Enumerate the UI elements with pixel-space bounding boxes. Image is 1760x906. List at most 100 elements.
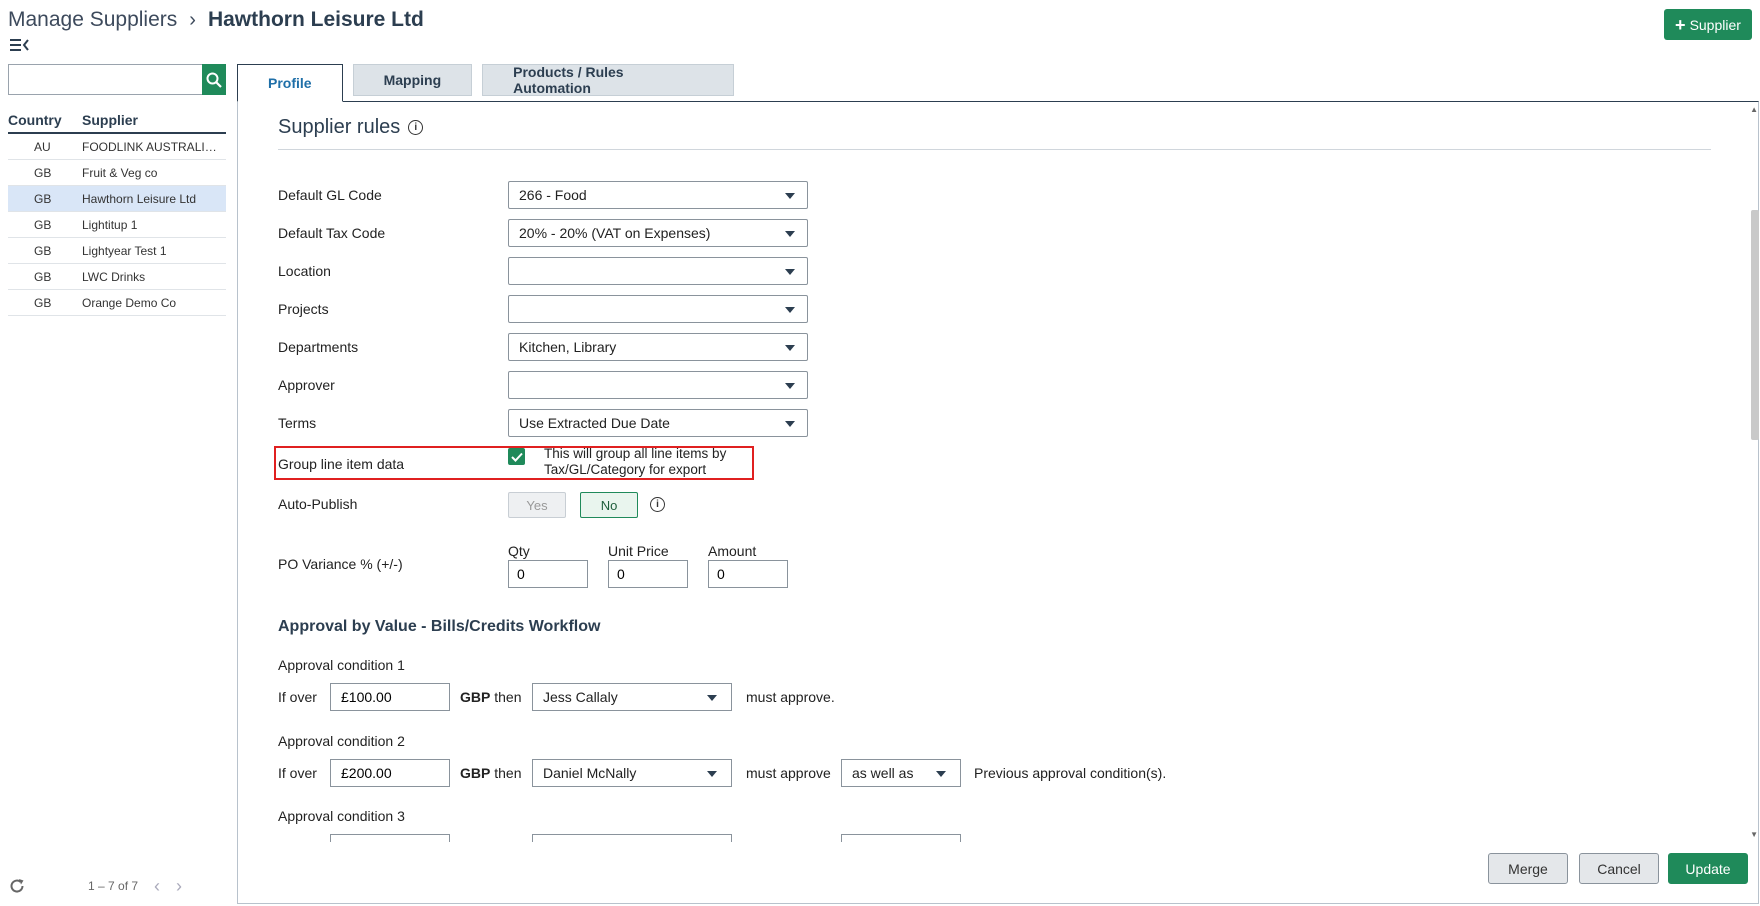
add-supplier-button[interactable]: + Supplier: [1664, 9, 1752, 40]
terms-value: Use Extracted Due Date: [519, 415, 670, 431]
pager-prev-icon[interactable]: ‹: [154, 876, 160, 897]
supplier-list-header: Country Supplier: [8, 108, 226, 134]
supplier-country: GB: [34, 269, 52, 284]
supplier-row[interactable]: GB Fruit & Veg co: [8, 160, 226, 186]
condition-amount-input[interactable]: [330, 683, 450, 711]
supplier-name: Orange Demo Co: [82, 295, 177, 310]
supplier-name: Lightitup 1: [82, 217, 138, 232]
tab-profile[interactable]: Profile: [237, 64, 343, 102]
condition-relation-value: as well as: [852, 765, 914, 781]
chevron-down-icon: [707, 771, 717, 777]
currency-label: GBP then: [460, 689, 521, 705]
approval-condition-title: Approval condition 1: [278, 657, 405, 673]
condition-amount-input[interactable]: [330, 759, 450, 787]
supplier-search-input[interactable]: [8, 64, 202, 95]
projects-select[interactable]: [508, 295, 808, 323]
departments-label: Departments: [278, 339, 359, 355]
location-label: Location: [278, 263, 331, 279]
add-supplier-label: Supplier: [1689, 16, 1741, 33]
supplier-row[interactable]: GB Lightyear Test 1: [8, 238, 226, 264]
auto-publish-yes-button[interactable]: Yes: [508, 492, 566, 518]
supplier-row[interactable]: GB LWC Drinks: [8, 264, 226, 290]
supplier-search: [8, 64, 226, 95]
approver-select[interactable]: [508, 371, 808, 399]
condition-approver-value: Jess Callaly: [543, 689, 618, 705]
currency-code: GBP: [460, 765, 491, 781]
supplier-country: GB: [34, 295, 52, 310]
group-line-label: Group line item data: [278, 456, 405, 472]
condition-approver-select-clipped[interactable]: [532, 834, 732, 842]
default-gl-label: Default GL Code: [278, 187, 382, 203]
supplier-country: GB: [34, 165, 52, 180]
pager-next-icon[interactable]: ›: [176, 876, 182, 897]
checkmark-icon: [510, 452, 523, 462]
condition-approver-select[interactable]: Daniel McNally: [532, 759, 732, 787]
projects-label: Projects: [278, 301, 329, 317]
default-tax-select[interactable]: 20% - 20% (VAT on Expenses): [508, 219, 808, 247]
location-select[interactable]: [508, 257, 808, 285]
po-unit-price-input[interactable]: [608, 560, 688, 588]
auto-publish-info-icon[interactable]: i: [650, 497, 665, 512]
tab-products-rules-automation[interactable]: Products / Rules Automation: [482, 64, 735, 96]
supplier-row[interactable]: GB Lightitup 1: [8, 212, 226, 238]
collapse-sidebar-icon[interactable]: [10, 37, 30, 55]
supplier-list: AU FOODLINK AUSTRALIA ... GB Fruit & Veg…: [8, 134, 226, 316]
scrollbar-thumb[interactable]: [1751, 210, 1759, 440]
supplier-country: GB: [34, 217, 52, 232]
condition-relation-select-clipped[interactable]: [841, 834, 961, 842]
chevron-down-icon: [785, 269, 795, 275]
search-icon: [206, 72, 222, 88]
content-clip-mask: [238, 842, 1748, 852]
group-line-checkbox[interactable]: [508, 448, 525, 465]
tab-bar: Profile Mapping Products / Rules Automat…: [237, 64, 735, 102]
breadcrumb-separator: ›: [189, 8, 196, 31]
auto-publish-no-button[interactable]: No: [580, 492, 638, 518]
approval-workflow-heading: Approval by Value - Bills/Credits Workfl…: [278, 618, 601, 635]
profile-panel: [237, 101, 1759, 904]
chevron-down-icon: [785, 193, 795, 199]
breadcrumb-parent-link[interactable]: Manage Suppliers: [8, 8, 177, 32]
approval-condition-title: Approval condition 2: [278, 733, 405, 749]
scroll-down-icon[interactable]: ▼: [1750, 830, 1758, 839]
if-over-label: If over: [278, 765, 317, 781]
currency-label: GBP then: [460, 765, 521, 781]
refresh-icon[interactable]: [8, 877, 26, 895]
condition-relation-select[interactable]: as well as: [841, 759, 961, 787]
scroll-up-icon[interactable]: ▲: [1750, 105, 1758, 114]
info-icon[interactable]: i: [408, 120, 424, 135]
auto-publish-label: Auto-Publish: [278, 496, 358, 512]
page-title: Hawthorn Leisure Ltd: [207, 8, 424, 31]
po-unit-price-label: Unit Price: [608, 543, 669, 559]
supplier-row[interactable]: AU FOODLINK AUSTRALIA ...: [8, 134, 226, 160]
departments-select[interactable]: Kitchen, Library: [508, 333, 808, 361]
po-qty-input[interactable]: [508, 560, 588, 588]
pager-range: 1 – 7 of 7: [88, 879, 139, 893]
po-amount-input[interactable]: [708, 560, 788, 588]
supplier-row-selected[interactable]: GB Hawthorn Leisure Ltd: [8, 186, 226, 212]
supplier-rules-heading: Supplier rules i: [278, 116, 424, 139]
approval-condition-title: Approval condition 3: [278, 808, 405, 824]
chevron-down-icon: [785, 307, 795, 313]
sidebar-footer: 1 – 7 of 7 ‹ ›: [8, 874, 226, 898]
then-label: then: [494, 765, 522, 781]
supplier-row[interactable]: GB Orange Demo Co: [8, 290, 226, 316]
merge-button[interactable]: Merge: [1488, 853, 1568, 884]
chevron-down-icon: [936, 771, 946, 777]
cancel-button[interactable]: Cancel: [1579, 853, 1659, 884]
default-gl-select[interactable]: 266 - Food: [508, 181, 808, 209]
tab-mapping[interactable]: Mapping: [352, 64, 473, 96]
approver-label: Approver: [278, 377, 335, 393]
update-button[interactable]: Update: [1668, 853, 1748, 884]
column-header-country[interactable]: Country: [8, 112, 82, 128]
supplier-name: FOODLINK AUSTRALIA ...: [82, 139, 226, 154]
group-line-description: This will group all line items by Tax/GL…: [544, 446, 727, 477]
terms-select[interactable]: Use Extracted Due Date: [508, 409, 808, 437]
condition-approver-select[interactable]: Jess Callaly: [532, 683, 732, 711]
chevron-down-icon: [785, 345, 795, 351]
column-header-supplier[interactable]: Supplier: [82, 112, 138, 128]
search-button[interactable]: [202, 64, 226, 95]
supplier-rules-title: Supplier rules: [278, 116, 401, 138]
chevron-down-icon: [785, 383, 795, 389]
supplier-country: AU: [34, 139, 51, 154]
condition-amount-input-clipped[interactable]: [330, 834, 450, 842]
